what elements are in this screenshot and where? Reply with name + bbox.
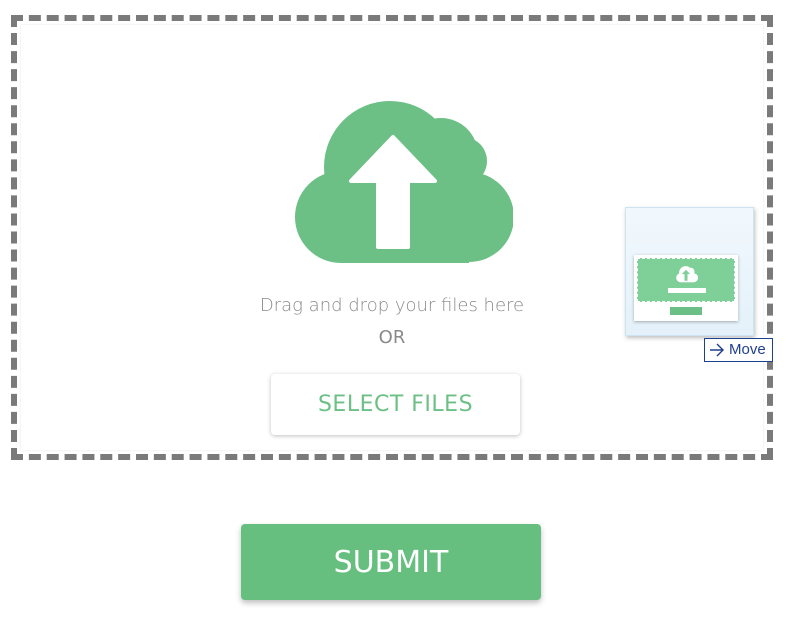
thumbnail-dropzone (637, 258, 735, 302)
submit-button[interactable]: SUBMIT (241, 524, 541, 600)
arrow-right-icon (710, 343, 724, 357)
cloud-upload-icon (295, 101, 513, 263)
drag-preview-thumbnail[interactable] (625, 207, 754, 336)
move-cursor-tooltip: Move (704, 338, 773, 362)
thumbnail-page-card (634, 255, 738, 321)
select-files-button[interactable]: SELECT FILES (271, 374, 520, 435)
thumbnail-submit-button (670, 307, 702, 315)
thumbnail-select-button (668, 288, 706, 293)
thumbnail-cloud-icon (676, 266, 698, 283)
move-label: Move (729, 341, 766, 358)
